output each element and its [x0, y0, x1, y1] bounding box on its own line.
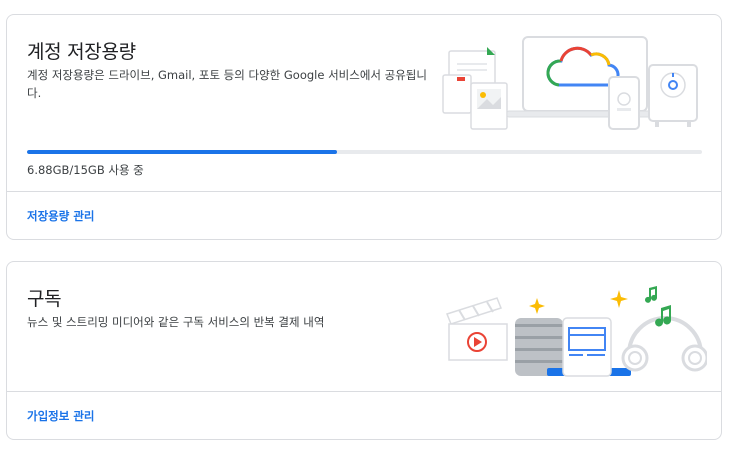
headphones-icon — [621, 316, 707, 372]
storage-title: 계정 저장용량 — [27, 41, 136, 63]
subscriptions-card: 구독 뉴스 및 스트리밍 미디어와 같은 구독 서비스의 반복 결제 내역 가입… — [6, 261, 722, 440]
news-stack-icon — [515, 317, 631, 377]
manage-storage-link[interactable]: 저장용량 관리 — [27, 208, 94, 224]
storage-divider — [7, 191, 721, 192]
storage-description: 계정 저장용량은 드라이브, Gmail, 포토 등의 다양한 Google 서… — [27, 68, 427, 100]
sparkle-icon — [529, 290, 628, 314]
subscriptions-description: 뉴스 및 스트리밍 미디어와 같은 구독 서비스의 반복 결제 내역 — [27, 315, 325, 329]
phone-icon — [608, 76, 640, 130]
subscriptions-title: 구독 — [27, 288, 62, 310]
subscriptions-divider — [7, 391, 721, 392]
storage-card: 계정 저장용량 계정 저장용량은 드라이브, Gmail, 포토 등의 다양한 … — [6, 14, 722, 240]
storage-usage-text: 6.88GB/15GB 사용 중 — [27, 163, 144, 177]
cloud-devices-illustration — [442, 36, 698, 130]
clapperboard-icon — [446, 297, 508, 361]
storage-progress-bar — [27, 150, 702, 154]
smart-device-icon — [648, 64, 698, 127]
documents-icon — [442, 47, 508, 130]
storage-progress-fill — [27, 150, 337, 154]
manage-subscriptions-link[interactable]: 가입정보 관리 — [27, 408, 94, 424]
subscriptions-media-illustration — [446, 286, 707, 377]
